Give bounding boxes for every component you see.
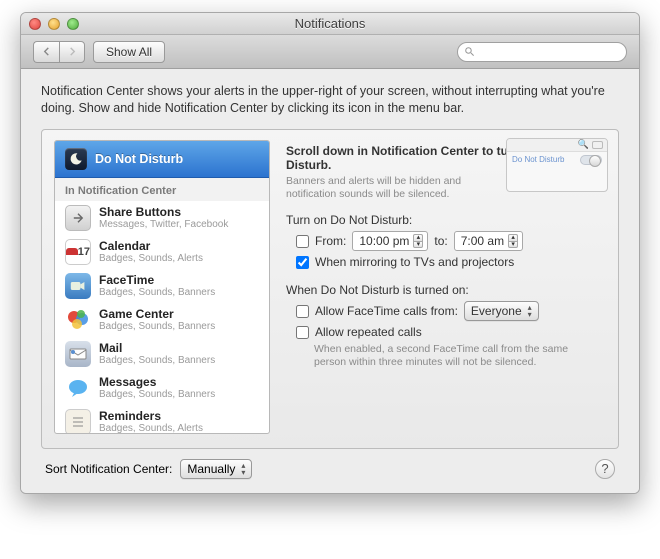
mirroring-checkbox[interactable] xyxy=(296,256,309,269)
sidebar-item-reminders[interactable]: RemindersBadges, Sounds, Alerts xyxy=(55,405,269,434)
app-sub: Badges, Sounds, Banners xyxy=(99,321,215,332)
facetime-from-popup[interactable]: Everyone ▴▾ xyxy=(464,301,539,321)
help-button[interactable]: ? xyxy=(595,459,615,479)
stepper-icon[interactable]: ▴▾ xyxy=(413,234,423,248)
sidebar-section-header: In Notification Center xyxy=(55,178,269,201)
from-time-field[interactable]: 10:00 pm ▴▾ xyxy=(352,231,428,251)
share-icon xyxy=(65,205,91,231)
turn-on-label: Turn on Do Not Disturb: xyxy=(286,213,606,227)
sidebar-item-mail[interactable]: MailBadges, Sounds, Banners xyxy=(55,337,269,371)
forward-button[interactable] xyxy=(59,41,85,63)
gamecenter-icon xyxy=(65,307,91,333)
facetime-from-value: Everyone xyxy=(471,304,522,318)
sort-label: Sort Notification Center: xyxy=(45,462,172,476)
window-title: Notifications xyxy=(21,16,639,31)
app-sub: Badges, Sounds, Alerts xyxy=(99,423,203,434)
sidebar: Do Not Disturb In Notification Center Sh… xyxy=(54,140,270,434)
preferences-window: Notifications Show All Notification Cent… xyxy=(20,12,640,494)
calendar-icon: 17 xyxy=(65,239,91,265)
content-area: Notification Center shows your alerts in… xyxy=(21,69,639,493)
mail-icon xyxy=(65,341,91,367)
main-panel: Do Not Disturb In Notification Center Sh… xyxy=(41,129,619,449)
chevron-updown-icon: ▴▾ xyxy=(241,462,245,476)
preview-toggle-icon xyxy=(580,155,602,165)
schedule-checkbox[interactable] xyxy=(296,235,309,248)
section-header-2: When Do Not Disturb is turned on: xyxy=(286,283,606,297)
preview-list-icon xyxy=(592,141,603,149)
sidebar-item-share[interactable]: Share ButtonsMessages, Twitter, Facebook xyxy=(55,201,269,235)
allow-repeated-checkbox[interactable] xyxy=(296,326,309,339)
allow-facetime-label: Allow FaceTime calls from: xyxy=(315,304,458,318)
sidebar-item-dnd[interactable]: Do Not Disturb xyxy=(55,141,269,178)
dnd-preview: 🔍 Do Not Disturb xyxy=(506,138,608,192)
sidebar-item-gamecenter[interactable]: Game CenterBadges, Sounds, Banners xyxy=(55,303,269,337)
app-sub: Badges, Sounds, Banners xyxy=(99,355,215,366)
toolbar: Show All xyxy=(21,35,639,69)
facetime-icon xyxy=(65,273,91,299)
chevron-updown-icon: ▴▾ xyxy=(528,304,532,318)
back-button[interactable] xyxy=(33,41,59,63)
app-name: FaceTime xyxy=(99,273,215,287)
to-time-value: 7:00 am xyxy=(461,234,504,248)
titlebar: Notifications xyxy=(21,13,639,35)
app-sub: Badges, Sounds, Banners xyxy=(99,389,215,400)
stepper-icon[interactable]: ▴▾ xyxy=(508,234,518,248)
preview-search-icon: 🔍 xyxy=(578,139,589,150)
show-all-button[interactable]: Show All xyxy=(93,41,165,63)
search-input[interactable] xyxy=(457,42,627,62)
to-label: to: xyxy=(434,234,447,248)
app-name: Share Buttons xyxy=(99,205,228,219)
app-sub: Messages, Twitter, Facebook xyxy=(99,219,228,230)
from-label: From: xyxy=(315,234,346,248)
app-name: Mail xyxy=(99,341,215,355)
sidebar-item-facetime[interactable]: FaceTimeBadges, Sounds, Banners xyxy=(55,269,269,303)
sidebar-item-calendar[interactable]: 17 CalendarBadges, Sounds, Alerts xyxy=(55,235,269,269)
from-time-value: 10:00 pm xyxy=(359,234,409,248)
settings-header-sub: Banners and alerts will be hidden and no… xyxy=(286,175,486,201)
sidebar-item-label: Do Not Disturb xyxy=(95,152,183,166)
repeated-hint: When enabled, a second FaceTime call fro… xyxy=(314,343,574,369)
app-name: Calendar xyxy=(99,239,203,253)
moon-icon xyxy=(65,148,87,170)
app-name: Messages xyxy=(99,375,215,389)
app-name: Game Center xyxy=(99,307,215,321)
sidebar-item-messages[interactable]: MessagesBadges, Sounds, Banners xyxy=(55,371,269,405)
sort-popup[interactable]: Manually ▴▾ xyxy=(180,459,252,479)
app-sub: Badges, Sounds, Banners xyxy=(99,287,215,298)
allow-repeated-label: Allow repeated calls xyxy=(315,325,422,339)
nav-segment xyxy=(33,41,85,63)
app-name: Reminders xyxy=(99,409,203,423)
messages-icon xyxy=(65,375,91,401)
intro-text: Notification Center shows your alerts in… xyxy=(41,83,619,117)
allow-facetime-checkbox[interactable] xyxy=(296,305,309,318)
mirroring-label: When mirroring to TVs and projectors xyxy=(315,255,514,269)
preview-dnd-label: Do Not Disturb xyxy=(512,155,564,164)
to-time-field[interactable]: 7:00 am ▴▾ xyxy=(454,231,523,251)
settings-pane: 🔍 Do Not Disturb Scroll down in Notifica… xyxy=(286,140,606,434)
reminders-icon xyxy=(65,409,91,434)
footer: Sort Notification Center: Manually ▴▾ ? xyxy=(41,449,619,481)
app-sub: Badges, Sounds, Alerts xyxy=(99,253,203,264)
sort-value: Manually xyxy=(187,462,235,476)
